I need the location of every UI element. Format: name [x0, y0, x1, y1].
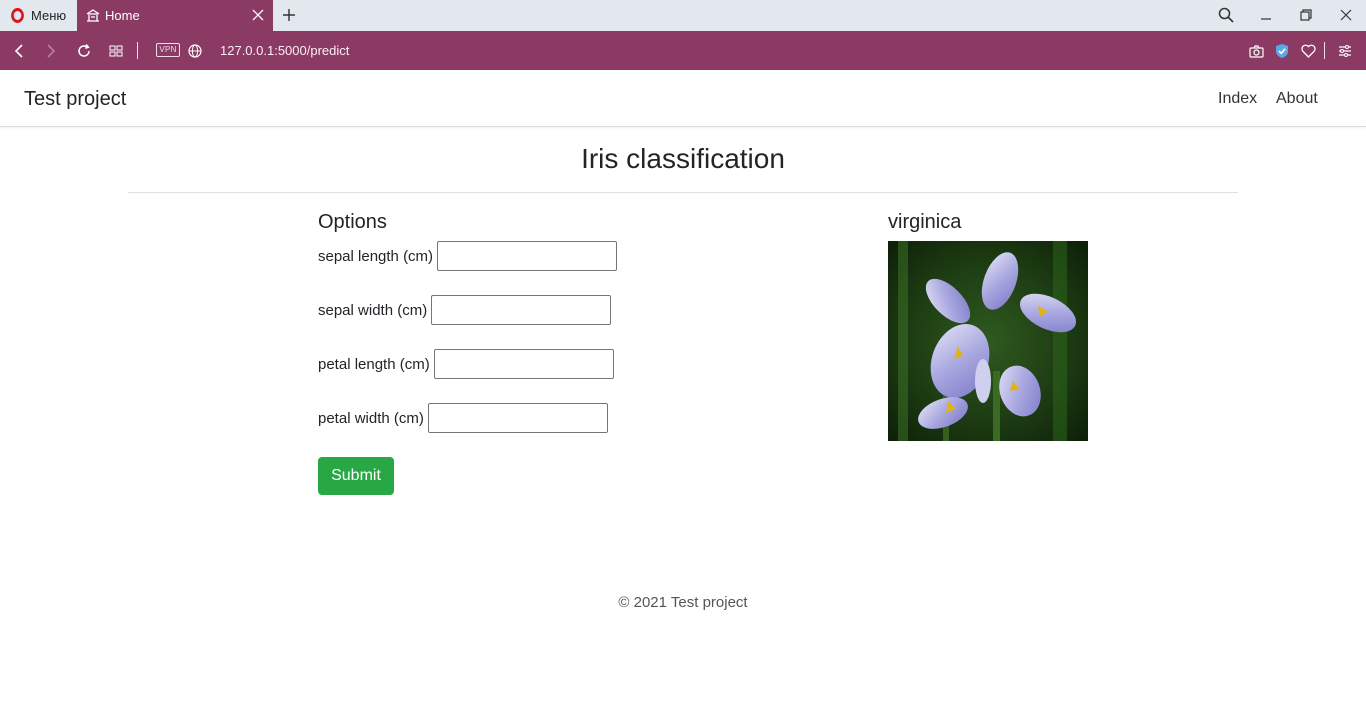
vpn-badge[interactable]: VPN	[156, 43, 180, 57]
new-tab-icon[interactable]	[280, 6, 298, 24]
nav-link-index[interactable]: Index	[1218, 90, 1257, 108]
page-title: Iris classification	[581, 143, 785, 174]
opera-logo-icon	[11, 8, 24, 23]
footer-copyright: © 2021 Test project	[618, 594, 748, 611]
title-divider	[128, 192, 1238, 193]
petal-length-label: petal length (cm)	[318, 355, 430, 373]
search-tabs-icon[interactable]	[1215, 5, 1237, 25]
iris-flower-image	[888, 241, 1088, 441]
restore-icon[interactable]	[1295, 5, 1317, 25]
form-row-petal-length: petal length (cm)	[318, 349, 614, 379]
browser-tab-home[interactable]: Home	[77, 0, 273, 31]
globe-icon[interactable]	[185, 41, 205, 61]
easy-setup-icon[interactable]	[1335, 41, 1355, 61]
form-row-petal-width: petal width (cm)	[318, 403, 608, 433]
sepal-length-label: sepal length (cm)	[318, 247, 434, 265]
menu-label: Меню	[31, 8, 67, 23]
petal-width-label: petal width (cm)	[318, 409, 424, 427]
close-tab-icon[interactable]	[250, 7, 266, 23]
toolbar-divider	[137, 42, 138, 59]
browser-tab-bar: Меню Home	[0, 0, 1366, 31]
sepal-width-input[interactable]	[431, 295, 612, 325]
forward-icon[interactable]	[41, 41, 61, 61]
close-window-icon[interactable]	[1335, 5, 1357, 25]
site-navbar: Test project Index About	[0, 70, 1366, 127]
sepal-length-input[interactable]	[437, 241, 618, 271]
prediction-label: virginica	[888, 211, 962, 233]
url-field[interactable]: 127.0.0.1:5000/predict	[220, 43, 349, 58]
petal-length-input[interactable]	[433, 349, 614, 379]
toolbar-divider	[1324, 42, 1325, 59]
nav-link-about[interactable]: About	[1276, 90, 1318, 108]
form-row-sepal-width: sepal width (cm)	[318, 295, 612, 325]
tab-title: Home	[105, 8, 140, 23]
reload-icon[interactable]	[74, 41, 94, 61]
minimize-icon[interactable]	[1255, 5, 1277, 25]
options-heading: Options	[318, 211, 387, 233]
tab-favicon-icon	[85, 8, 101, 23]
heart-bookmark-icon[interactable]	[1298, 41, 1318, 61]
sepal-width-label: sepal width (cm)	[318, 301, 428, 319]
snapshot-camera-icon[interactable]	[1246, 41, 1266, 61]
submit-button[interactable]: Submit	[318, 457, 394, 495]
tab-grid-icon[interactable]	[106, 41, 126, 61]
petal-width-input[interactable]	[427, 403, 608, 433]
back-icon[interactable]	[9, 41, 29, 61]
ad-blocker-shield-icon[interactable]	[1272, 41, 1292, 61]
opera-menu-button[interactable]: Меню	[0, 0, 77, 31]
address-bar: VPN 127.0.0.1:5000/predict	[0, 31, 1366, 70]
form-row-sepal-length: sepal length (cm)	[318, 241, 618, 271]
navbar-brand[interactable]: Test project	[24, 88, 126, 111]
